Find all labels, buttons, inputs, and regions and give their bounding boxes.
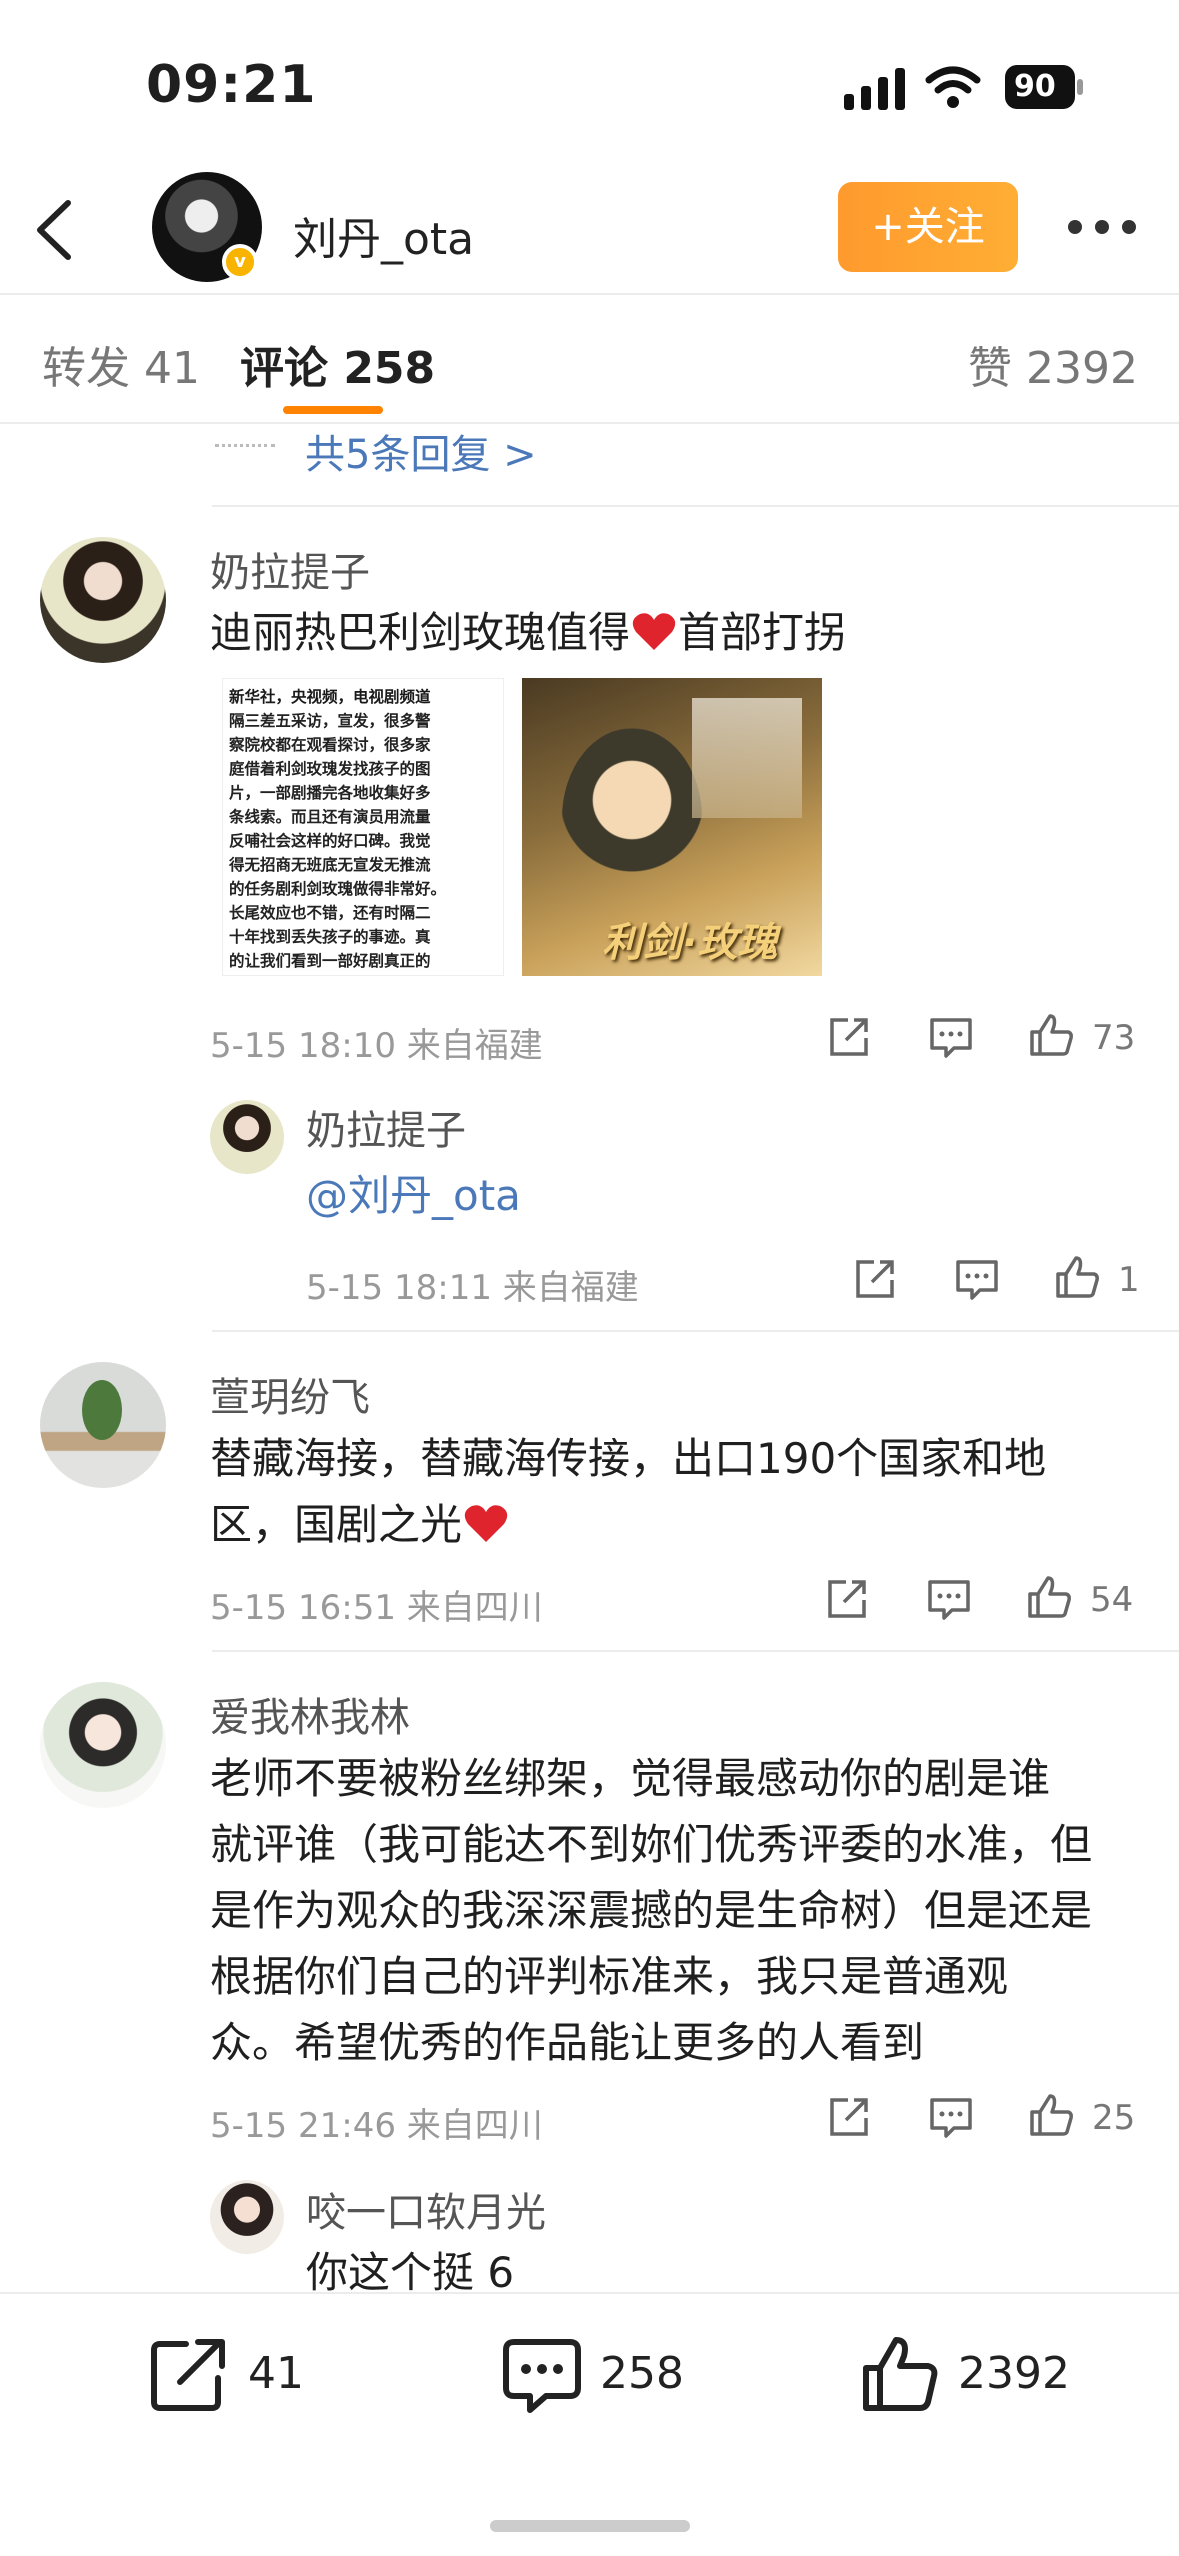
- share-icon[interactable]: [852, 1256, 898, 1302]
- follow-button[interactable]: +关注: [838, 182, 1018, 272]
- comment-meta: 5-15 16:51 来自四川: [210, 1588, 543, 1628]
- news-image-line: 庭借着利剑玫瑰发找孩子的图: [229, 760, 431, 778]
- comment-icon[interactable]: [928, 2094, 974, 2140]
- verified-badge-icon: v: [222, 244, 258, 280]
- comment-text: 替藏海接，替藏海传接，出口190个国家和地: [210, 1434, 1047, 1483]
- back-arrow-icon[interactable]: [30, 195, 80, 265]
- tab-indicator: [283, 406, 383, 414]
- poster-figure: [562, 728, 702, 908]
- battery-icon: 90: [1004, 64, 1084, 110]
- comment-divider: [212, 1650, 1179, 1652]
- comment-icon[interactable]: [954, 1256, 1000, 1302]
- poster-title: 利剑·玫瑰: [602, 920, 778, 966]
- share-icon[interactable]: [824, 1576, 870, 1622]
- like-count: 54: [1090, 1580, 1134, 1620]
- news-image-line: 得无招商无班底无宣发无推流: [229, 856, 431, 874]
- bottom-action-bar: 41 258 2392: [0, 2292, 1179, 2556]
- battery-level: 90: [1014, 69, 1056, 104]
- comment-bubble-icon[interactable]: [502, 2338, 582, 2414]
- reply-avatar[interactable]: [210, 1100, 284, 1174]
- news-image-line: 片，一部剧播完各地收集好多: [229, 784, 431, 802]
- news-image-line: 反哺社会这样的好口碑。我觉: [229, 832, 431, 850]
- news-image-line: 察院校都在观看探讨，很多家: [229, 736, 431, 754]
- home-indicator[interactable]: [490, 2520, 690, 2532]
- author-name[interactable]: 刘丹_ota: [293, 203, 474, 267]
- more-options-icon[interactable]: [1066, 214, 1140, 238]
- comment-text-line: 就评谁（我可能达不到妳们优秀评委的水准，但: [210, 1820, 1093, 1869]
- red-heart-icon: [632, 613, 676, 650]
- reply-name[interactable]: 奶拉提子: [306, 1098, 466, 1156]
- comment-image-drama-poster[interactable]: 利剑·玫瑰: [522, 678, 822, 976]
- repost-count[interactable]: 41: [248, 2348, 304, 2399]
- tab-repost[interactable]: 转发 41: [42, 332, 200, 396]
- reply-avatar[interactable]: [210, 2180, 284, 2254]
- commenter-name[interactable]: 萱玥纷飞: [210, 1365, 370, 1423]
- news-image-line: 的任务剧利剑玫瑰做得非常好。: [229, 880, 447, 898]
- comment-meta: 5-15 21:46 来自四川: [210, 2106, 543, 2146]
- like-count: 73: [1092, 1018, 1136, 1058]
- cellular-signal-icon: [844, 68, 905, 110]
- comment-text-part: 首部打拐: [678, 608, 847, 657]
- tab-like[interactable]: 赞 2392: [968, 332, 1138, 396]
- comment-text-line: 老师不要被粉丝绑架，觉得最感动你的剧是谁: [210, 1754, 1051, 1803]
- like-thumb-icon[interactable]: [1028, 1012, 1074, 1058]
- comment-text-line: 是作为观众的我深深震撼的是生命树）但是还是: [210, 1886, 1093, 1935]
- comment-icon[interactable]: [926, 1576, 972, 1622]
- reply-name[interactable]: 咬一口软月光: [306, 2180, 546, 2238]
- news-image-line: 隔三差五采访，宣发，很多警: [229, 712, 431, 730]
- header-divider: [0, 293, 1179, 295]
- comment-text: 区，国剧之光: [210, 1492, 510, 1558]
- view-replies-link[interactable]: 共5条回复 >: [305, 422, 537, 480]
- commenter-name[interactable]: 奶拉提子: [210, 540, 370, 598]
- comment-divider: [212, 1330, 1179, 1332]
- news-image-line: 长尾效应也不错，还有时隔二: [229, 904, 431, 922]
- news-image-line: 的让我们看到一部好剧真正的: [229, 952, 431, 970]
- tab-comment[interactable]: 评论 258: [240, 332, 435, 396]
- commenter-avatar[interactable]: [40, 1682, 166, 1808]
- like-count: 25: [1092, 2098, 1136, 2138]
- comment-text-part: 区，国剧之光: [210, 1500, 463, 1549]
- comment-divider: [212, 505, 1179, 507]
- red-heart-icon: [464, 1505, 508, 1542]
- comment-text: 迪丽热巴利剑玫瑰值得 首部打拐: [210, 600, 846, 666]
- comment-text-line: 根据你们自己的评判标准来，我只是普通观: [210, 1952, 1009, 2001]
- like-thumb-icon[interactable]: [860, 2334, 940, 2414]
- comment-text-part: 迪丽热巴利剑玫瑰值得: [210, 608, 631, 657]
- like-count: 1: [1118, 1260, 1140, 1300]
- share-icon[interactable]: [826, 2094, 872, 2140]
- like-thumb-icon[interactable]: [1054, 1254, 1100, 1300]
- like-thumb-icon[interactable]: [1028, 2092, 1074, 2138]
- tabs-divider: [0, 422, 1179, 424]
- share-icon[interactable]: [826, 1014, 872, 1060]
- news-image-line: 条线索。而且还有演员用流量: [229, 808, 431, 826]
- dotted-connector: [215, 444, 275, 447]
- comment-image-news-text[interactable]: 新华社，央视频，电视剧频道 隔三差五采访，宣发，很多警 察院校都在观看探讨，很多家庭…: [222, 678, 504, 976]
- mention-link[interactable]: @刘丹_ota: [306, 1163, 521, 1229]
- wifi-icon: [925, 66, 981, 108]
- commenter-name[interactable]: 爱我林我林: [210, 1685, 410, 1743]
- repost-icon[interactable]: [150, 2336, 230, 2412]
- commenter-avatar[interactable]: [40, 537, 166, 663]
- news-image-line: 十年找到丢失孩子的事迹。真: [229, 928, 431, 946]
- comment-text-line: 众。希望优秀的作品能让更多的人看到: [210, 2018, 925, 2067]
- status-time: 09:21: [146, 55, 317, 115]
- news-image-line: 新华社，央视频，电视剧频道: [229, 688, 431, 706]
- comment-count[interactable]: 258: [600, 2348, 684, 2399]
- like-thumb-icon[interactable]: [1026, 1574, 1072, 1620]
- commenter-avatar[interactable]: [40, 1362, 166, 1488]
- comment-meta: 5-15 18:10 来自福建: [210, 1026, 543, 1066]
- poster-figure: [692, 698, 802, 818]
- reply-meta: 5-15 18:11 来自福建: [306, 1268, 639, 1308]
- like-total[interactable]: 2392: [958, 2348, 1070, 2399]
- comment-icon[interactable]: [928, 1014, 974, 1060]
